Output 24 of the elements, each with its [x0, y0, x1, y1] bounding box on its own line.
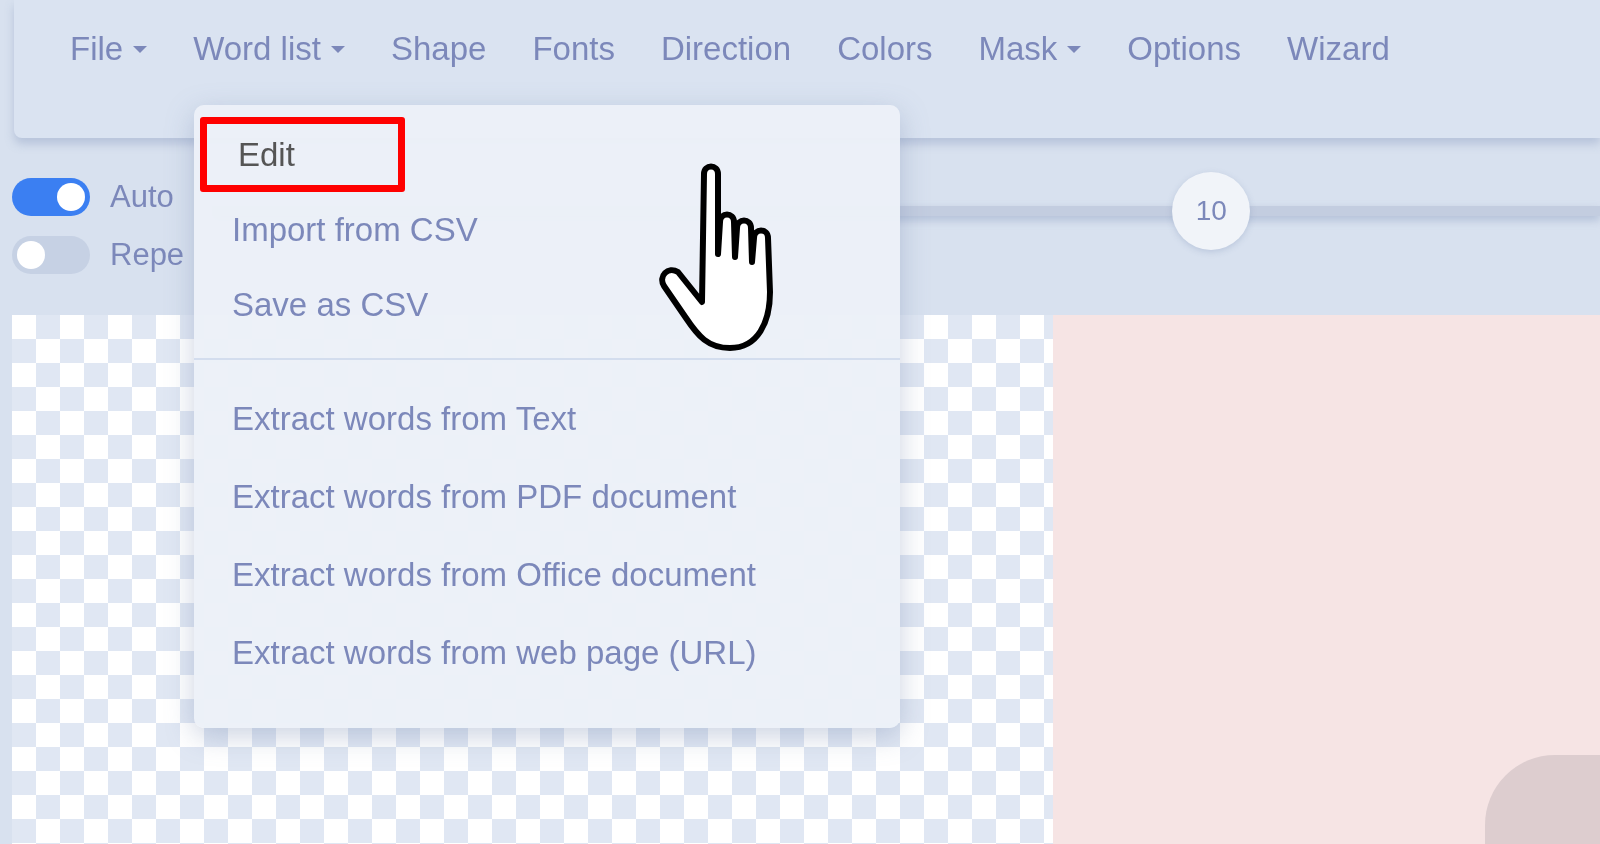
caret-icon [330, 45, 345, 53]
menu-item[interactable]: Word list [193, 30, 345, 68]
dropdown-item[interactable]: Save as CSV [194, 267, 467, 342]
dropdown-item[interactable]: Import from CSV [194, 192, 516, 267]
toggle-switch[interactable] [12, 178, 90, 216]
menu-item[interactable]: File [70, 30, 148, 68]
dropdown-item[interactable]: Extract words from Office document [194, 536, 794, 614]
caret-icon [133, 45, 148, 53]
menu-item[interactable]: Wizard [1287, 30, 1390, 68]
menu-item[interactable]: Options [1127, 30, 1242, 68]
dropdown-item[interactable]: Extract words from PDF document [194, 458, 775, 536]
caret-icon [1067, 45, 1082, 53]
toggle-label: Auto [110, 179, 174, 215]
dropdown-item[interactable]: Edit [200, 117, 405, 192]
toggle-switch[interactable] [12, 236, 90, 274]
toggle-label: Repe [110, 237, 185, 273]
menu-item[interactable]: Mask [978, 30, 1082, 68]
menu-item[interactable]: Colors [837, 30, 933, 68]
dropdown-item[interactable]: Extract words from Text [194, 380, 615, 458]
dropdown-item[interactable]: Extract words from web page (URL) [194, 614, 795, 692]
menu-item[interactable]: Direction [660, 30, 792, 68]
menu-item[interactable]: Fonts [532, 30, 615, 68]
slider-thumb[interactable]: 10 [1172, 172, 1251, 250]
menu-item[interactable]: Shape [390, 30, 487, 68]
